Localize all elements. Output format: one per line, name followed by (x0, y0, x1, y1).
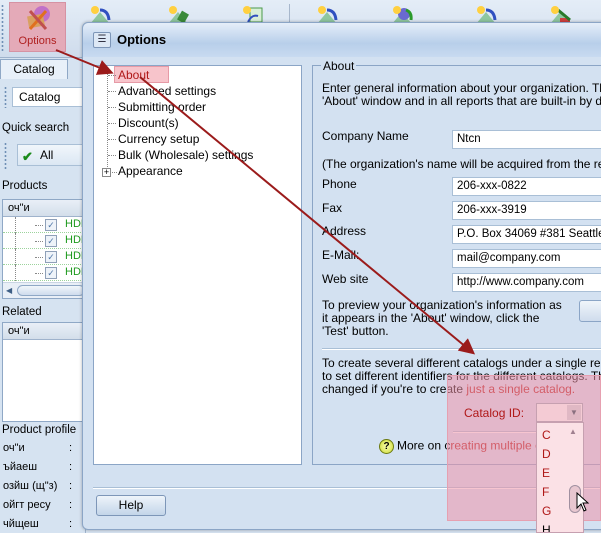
catalog-grip[interactable] (4, 86, 7, 108)
website-label: Web site (322, 272, 369, 286)
product-row[interactable]: ✓ HDEX (3, 217, 96, 233)
related-products-header: Related products (2, 306, 46, 335)
dropdown-option[interactable]: G (542, 504, 551, 518)
product-profile-header: Product profile (2, 424, 77, 436)
dropdown-option[interactable]: E (542, 466, 550, 480)
products-hscrollbar[interactable]: ◀ (3, 282, 85, 298)
dialog-titlebar[interactable]: ☰ Options (83, 23, 601, 57)
products-grid: оч"и ✓ HDEX ✓ HDEX ✓ HDEX ✓ HDEX ◀ (2, 199, 96, 299)
mouse-cursor-icon (576, 491, 590, 512)
dropdown-option[interactable]: D (542, 447, 551, 461)
phone-input[interactable]: 206-xxx-0822 (452, 177, 601, 196)
checkmark-icon: ✔ (22, 149, 33, 164)
profile-row: озйш (щ"з): (3, 480, 73, 492)
tree-item-submitting-order[interactable]: Submitting order (118, 99, 206, 115)
tree-item-appearance[interactable]: Appearance (118, 163, 183, 179)
scroll-thumb[interactable] (17, 285, 85, 296)
help-button[interactable]: Help (96, 495, 166, 516)
toolbar-grip[interactable] (1, 4, 4, 52)
quick-search-header: Quick search (2, 122, 70, 134)
product-row[interactable]: ✓ HDEX (3, 249, 96, 265)
scroll-up-icon[interactable]: ▲ (569, 427, 577, 436)
dropdown-option[interactable]: F (542, 485, 549, 499)
system-menu-icon[interactable]: ☰ (93, 32, 111, 48)
settings-tree: About Advanced settings Submitting order… (93, 65, 302, 465)
about-group-title: About (321, 59, 357, 73)
divider (322, 348, 601, 350)
website-input[interactable]: http://www.company.com (452, 273, 601, 292)
company-name-label: Company Name (322, 129, 409, 143)
left-panel: Catalog Catalog Quick search ✔ All Produ… (0, 58, 96, 533)
catalog-id-dropdown-list: ▲ C D E F G H (536, 422, 584, 533)
catalog-id-combo[interactable]: ▼ (536, 403, 583, 422)
tree-item-currency-setup[interactable]: Currency setup (118, 131, 199, 147)
intro-text-2: 'About' window and in all reports that a… (322, 94, 601, 108)
fax-label: Fax (322, 201, 343, 215)
dropdown-option[interactable]: C (542, 428, 551, 442)
catalog-id-label: Catalog ID: (464, 406, 525, 420)
profile-row: ойгт ресу: (3, 499, 73, 511)
profile-row: оч"и: (3, 442, 73, 454)
help-question-icon: ? (379, 439, 394, 454)
dialog-title: Options (117, 32, 167, 47)
tree-item-discounts[interactable]: Discount(s) (118, 115, 179, 131)
profile-row: ъйаеш: (3, 461, 73, 473)
product-checkbox[interactable]: ✓ (45, 219, 57, 231)
tree-item-advanced-settings[interactable]: Advanced settings (118, 83, 216, 99)
all-button-label: All (40, 148, 54, 162)
profile-row: чйщеш: (3, 518, 73, 530)
product-profile: Product profile оч"и: ъйаеш: озйш (щ"з):… (0, 422, 86, 533)
options-button-label: Options (18, 35, 57, 47)
product-row[interactable]: ✓ HDEX (3, 265, 96, 281)
related-products-grid: оч"и (2, 322, 86, 422)
preview-text-3: 'Test' button. (322, 324, 389, 338)
tab-catalog[interactable]: Catalog (0, 59, 68, 79)
product-checkbox[interactable]: ✓ (45, 267, 57, 279)
email-label: E-Mail: (322, 248, 360, 262)
quick-search-grip[interactable] (4, 142, 7, 170)
test-button[interactable] (579, 300, 601, 322)
dropdown-arrow-icon[interactable]: ▼ (567, 405, 581, 420)
all-button[interactable]: ✔ All (17, 144, 86, 166)
phone-label: Phone (322, 177, 357, 191)
email-input[interactable]: mail@company.com (452, 249, 601, 268)
expand-plus-icon[interactable]: + (102, 168, 111, 177)
product-checkbox[interactable]: ✓ (45, 235, 57, 247)
dropdown-option[interactable]: H (542, 523, 551, 532)
products-header: Products (2, 180, 48, 192)
company-name-input[interactable]: Ntcn (452, 130, 601, 149)
related-column-header[interactable]: оч"и (3, 323, 85, 340)
catalog-combo[interactable]: Catalog (12, 87, 86, 107)
address-label: Address (322, 224, 367, 238)
fax-input[interactable]: 206-xxx-3919 (452, 201, 601, 220)
options-tools-icon (24, 5, 52, 33)
options-button[interactable]: Options (9, 2, 66, 52)
tree-item-about[interactable]: About (118, 67, 149, 83)
product-row[interactable]: ✓ HDEX (3, 233, 96, 249)
address-input[interactable]: P.O. Box 34069 #381 Seattle, W (452, 225, 601, 244)
tree-item-bulk-settings[interactable]: Bulk (Wholesale) settings (118, 147, 253, 163)
scroll-left-icon[interactable]: ◀ (6, 286, 12, 295)
company-note: (The organization's name will be acquire… (322, 157, 601, 171)
products-column-header[interactable]: оч"и (3, 200, 85, 217)
product-checkbox[interactable]: ✓ (45, 251, 57, 263)
